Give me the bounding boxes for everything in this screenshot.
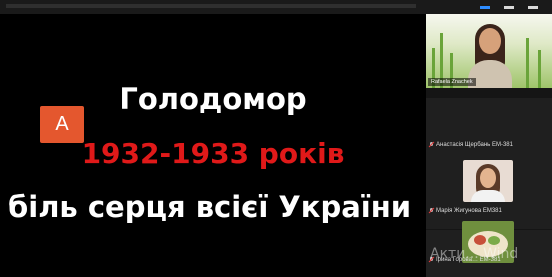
participant-name: Анастасія Щербань ЕМ-381	[436, 142, 513, 148]
slide-subtitle: біль серця всієї України	[8, 190, 412, 224]
avatar-food-item	[488, 236, 500, 245]
grass-decoration	[538, 50, 541, 88]
participant-label: Марія Жигунова ЕМ381	[429, 208, 502, 214]
avatar	[463, 160, 513, 202]
screen-share-indicator	[6, 4, 416, 8]
avatar-body	[471, 190, 505, 202]
mic-muted-icon	[429, 208, 434, 214]
grass-decoration	[526, 38, 529, 88]
participant-video-tile[interactable]: Rafaela Znachek	[426, 14, 552, 88]
participant-label: Анастасія Щербань ЕМ-381	[429, 142, 513, 148]
more-icon[interactable]	[528, 5, 538, 9]
top-bar	[0, 0, 552, 14]
participant-name: Rafaela Znachek	[428, 78, 476, 86]
avatar-food-item	[474, 235, 486, 245]
participant-face	[479, 28, 501, 54]
panel-controls	[480, 2, 538, 12]
avatar: А	[40, 106, 84, 143]
activation-watermark: Акти... Wind	[430, 246, 519, 262]
shared-screen: Голодомор 1932-1933 років біль серця всі…	[0, 14, 426, 277]
avatar-letter: А	[55, 113, 69, 135]
participant-tile[interactable]	[426, 98, 552, 164]
minimize-icon[interactable]	[504, 5, 514, 9]
participant-name: Марія Жигунова ЕМ381	[436, 208, 502, 214]
view-toggle-icon[interactable]	[480, 5, 490, 9]
avatar-face	[480, 168, 496, 188]
mic-muted-icon	[429, 142, 434, 148]
